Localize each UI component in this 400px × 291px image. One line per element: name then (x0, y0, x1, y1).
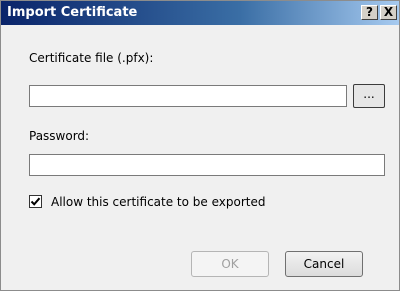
certificate-file-input[interactable] (29, 85, 347, 107)
certificate-file-label: Certificate file (.pfx): (29, 51, 154, 65)
allow-export-label: Allow this certificate to be exported (51, 195, 266, 209)
password-input[interactable] (29, 154, 385, 176)
password-label: Password: (29, 129, 90, 143)
help-button[interactable]: ? (361, 5, 378, 20)
cancel-button[interactable]: Cancel (285, 251, 363, 277)
ok-button[interactable]: OK (191, 251, 269, 277)
import-certificate-dialog: Import Certificate ? X Certificate file … (0, 0, 400, 291)
allow-export-checkbox[interactable] (29, 195, 42, 208)
browse-button[interactable]: ... (353, 84, 385, 108)
close-button[interactable]: X (380, 5, 397, 20)
checkmark-icon (30, 197, 41, 206)
dialog-title: Import Certificate (7, 5, 138, 20)
title-bar: Import Certificate ? X (1, 1, 399, 25)
